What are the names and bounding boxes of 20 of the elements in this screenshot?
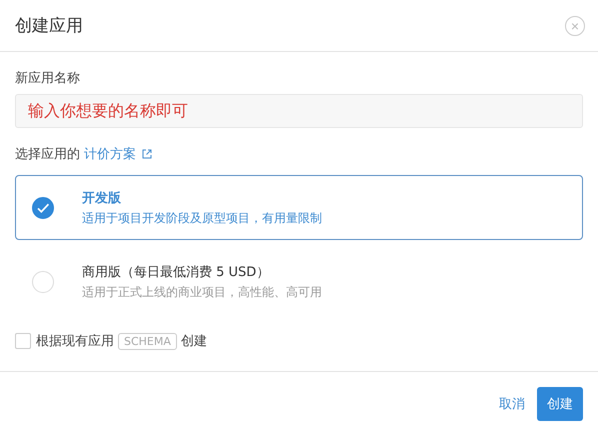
checkbox[interactable] <box>15 333 31 349</box>
plan-name: 开发版 <box>82 190 122 206</box>
create-button[interactable]: 创建 <box>537 387 583 421</box>
plan-option[interactable]: 商用版（每日最低消费 5 USD） 适用于正式上线的商业项目，高性能、高可用 <box>15 254 583 310</box>
name-field[interactable]: 输入你想要的名称即可 <box>15 94 583 128</box>
plan-name: 商用版（每日最低消费 5 USD） <box>82 264 270 281</box>
schema-tag: SCHEMA <box>118 332 177 350</box>
cancel-button[interactable]: 取消 <box>499 395 525 413</box>
dialog-title: 创建应用 <box>15 15 83 37</box>
radio-icon[interactable] <box>32 196 54 218</box>
plan-description: 适用于正式上线的商业项目，高性能、高可用 <box>82 284 322 301</box>
checkbox-label: 根据现有应用 <box>36 333 114 350</box>
plan-description: 适用于项目开发阶段及原型项目，有用量限制 <box>82 210 322 226</box>
plan-option[interactable]: 开发版 适用于项目开发阶段及原型项目，有用量限制 <box>15 175 583 240</box>
field-label: 新应用名称 <box>15 70 81 87</box>
external-link-icon[interactable] <box>142 149 152 159</box>
pricing-link[interactable]: 计价方案 <box>84 145 136 163</box>
checkbox-label-suffix: 创建 <box>180 333 207 350</box>
pricing-label: 选择应用的 <box>15 146 80 163</box>
close-button[interactable]: × <box>565 16 585 36</box>
